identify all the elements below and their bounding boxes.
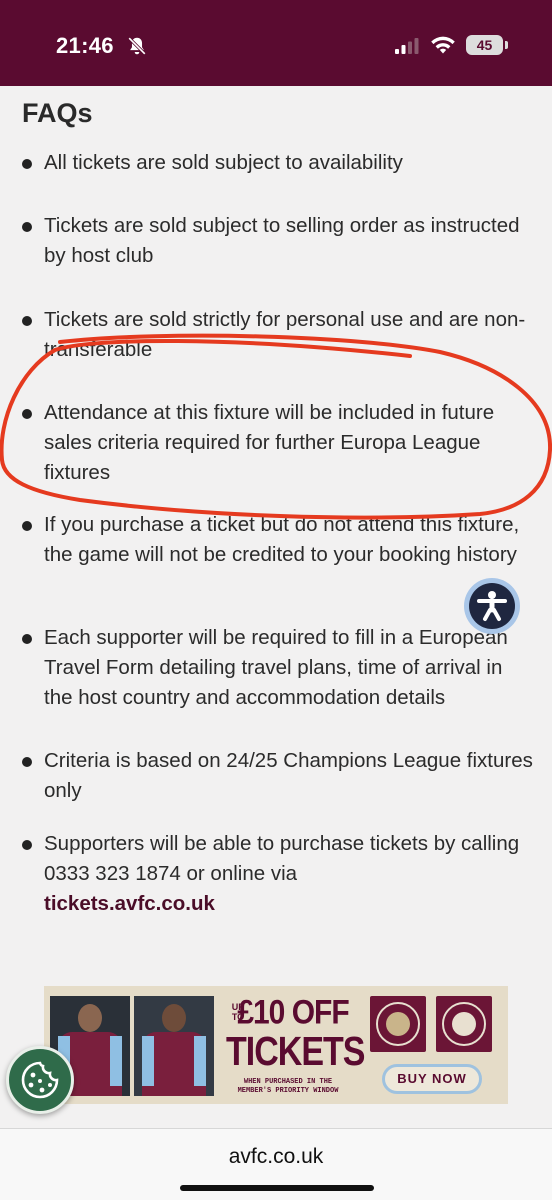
player-image [134,996,214,1096]
faq-item: Each supporter will be required to fill … [22,623,534,713]
url-text[interactable]: avfc.co.uk [0,1145,552,1169]
faq-item: Tickets are sold strictly for personal u… [22,305,534,365]
bullet-icon [22,316,32,326]
faq-item: Tickets are sold subject to selling orde… [22,211,534,271]
faq-item-text: All tickets are sold subject to availabi… [44,151,403,174]
faq-item-text: Criteria is based on 24/25 Champions Lea… [44,749,533,802]
faq-item: Attendance at this fixture will be inclu… [22,398,534,488]
battery-level: 45 [476,37,493,53]
promo-amount: £10 OFF [237,993,349,1032]
status-time: 21:46 [56,33,114,58]
tickets-link[interactable]: tickets.avfc.co.uk [44,892,215,915]
home-indicator [180,1185,374,1191]
status-bar: 21:46 45 [0,0,552,86]
faq-item-text: Each supporter will be required to fill … [44,626,508,709]
bullet-icon [22,159,32,169]
accessibility-button-inner [469,583,515,629]
faq-item-text: If you purchase a ticket but do not atte… [44,513,520,566]
wifi-icon [431,36,455,54]
cellular-signal-icon [395,38,419,54]
bullet-icon [22,757,32,767]
bullet-icon [22,634,32,644]
faq-item: Criteria is based on 24/25 Champions Lea… [22,746,534,806]
faq-item: Supporters will be able to purchase tick… [22,829,534,919]
faq-item-text: Tickets are sold strictly for personal u… [44,308,526,361]
faq-item-text: Attendance at this fixture will be inclu… [44,401,495,484]
cookie-settings-button[interactable] [6,1046,74,1114]
bell-slash-icon [128,37,146,55]
faq-item: All tickets are sold subject to availabi… [22,148,534,178]
bullet-icon [22,409,32,419]
faq-item-text: Supporters will be able to purchase tick… [44,832,520,885]
brighton-crest-icon [436,996,492,1052]
accessibility-button[interactable] [464,578,520,634]
promo-banner[interactable]: UP TO £10 OFF TICKETS WHEN PURCHASED IN … [44,986,508,1104]
cookie-icon [21,1061,59,1099]
promo-headline: TICKETS [226,1029,365,1075]
promo-text: UP TO £10 OFF TICKETS WHEN PURCHASED IN … [226,993,365,1096]
faq-title: FAQs [22,98,93,128]
buy-now-button[interactable]: BUY NOW [382,1064,482,1094]
promo-note: WHEN PURCHASED IN THE MEMBER'S PRIORITY … [237,1078,339,1095]
faq-item: If you purchase a ticket but do not atte… [22,510,534,570]
bullet-icon [22,521,32,531]
brentford-crest-icon [370,996,426,1052]
battery-cap [505,41,508,49]
bullet-icon [22,222,32,232]
bullet-icon [22,840,32,850]
browser-address-bar[interactable]: avfc.co.uk [0,1128,552,1200]
accessibility-person-icon [477,591,507,621]
faq-item-text: Tickets are sold subject to selling orde… [44,214,520,267]
battery-icon: 45 [466,35,503,55]
